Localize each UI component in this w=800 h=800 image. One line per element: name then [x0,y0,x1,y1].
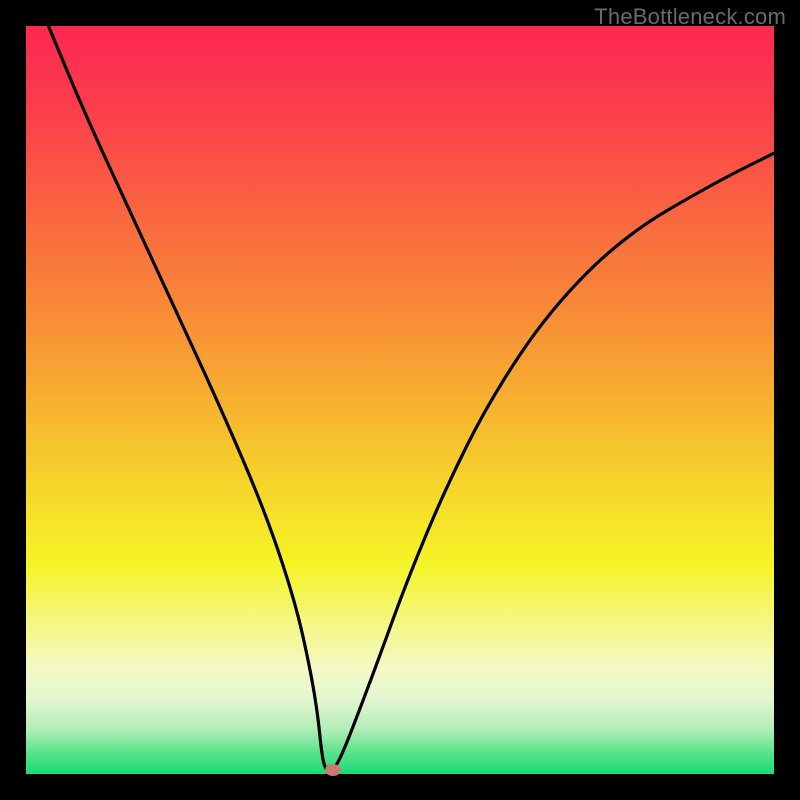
chart-frame: TheBottleneck.com [0,0,800,800]
optimal-point-marker [325,764,341,776]
plot-area [26,26,774,774]
bottleneck-curve [26,26,774,774]
